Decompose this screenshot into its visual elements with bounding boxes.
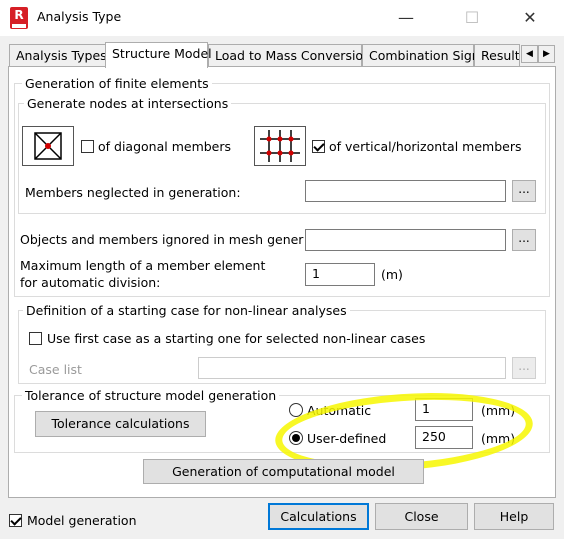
tab-scroll-right-icon[interactable]: ▶ — [538, 45, 555, 63]
objects-ignored-label: Objects and members ignored in mesh gene… — [20, 232, 304, 247]
tolerance-calculations-button[interactable]: Tolerance calculations — [35, 411, 206, 437]
nonlinear-start-group-title: Definition of a starting case for non-li… — [23, 303, 350, 318]
tolerance-group-title: Tolerance of structure model generation — [22, 388, 280, 403]
tab-result[interactable]: Result — [474, 44, 520, 66]
members-neglected-browse-button[interactable]: ... — [512, 180, 536, 202]
max-length-label-line1: Maximum length of a member element — [20, 258, 266, 273]
use-first-case-label: Use first case as a starting one for sel… — [47, 331, 426, 346]
vertical-horizontal-label: of vertical/horizontal members — [329, 139, 522, 154]
members-neglected-input[interactable] — [305, 180, 506, 202]
close-window-button[interactable]: ✕ — [508, 0, 552, 36]
grid-members-icon — [254, 126, 306, 166]
diagonal-members-icon — [22, 126, 74, 166]
objects-ignored-browse-button[interactable]: ... — [512, 229, 536, 251]
tab-load-to-mass-conversion[interactable]: Load to Mass Conversion — [208, 44, 371, 66]
app-logo-icon: R — [10, 7, 28, 29]
maximize-button[interactable]: ☐ — [450, 0, 494, 36]
calculations-button[interactable]: Calculations — [268, 503, 369, 530]
nodes-intersections-title: Generate nodes at intersections — [24, 96, 232, 111]
finite-elements-group-title: Generation of finite elements — [22, 76, 212, 91]
case-list-input[interactable] — [198, 357, 506, 379]
tab-structure-model[interactable]: Structure Model — [105, 42, 212, 68]
model-generation-label: Model generation — [27, 513, 137, 528]
minimize-button[interactable]: — — [384, 0, 428, 36]
diagonal-members-label: of diagonal members — [98, 139, 232, 154]
case-list-label: Case list — [29, 362, 82, 377]
tab-analysis-types[interactable]: Analysis Types — [9, 44, 107, 66]
tab-combination-sign[interactable]: Combination Sign — [362, 44, 480, 66]
case-list-browse-button[interactable]: ... — [512, 357, 536, 379]
max-length-label-line2: for automatic division: — [20, 275, 161, 290]
generate-computational-model-button[interactable]: Generation of computational model — [143, 459, 424, 484]
use-first-case-checkbox[interactable] — [29, 332, 42, 345]
diagonal-members-checkbox[interactable] — [81, 140, 94, 153]
objects-ignored-input[interactable] — [305, 229, 506, 251]
vertical-horizontal-checkbox[interactable] — [312, 140, 325, 153]
max-length-unit: (m) — [381, 267, 403, 282]
window-title: Analysis Type — [37, 9, 122, 24]
close-button[interactable]: Close — [375, 503, 468, 530]
tab-scroll-left-icon[interactable]: ◀ — [521, 45, 538, 63]
max-length-input[interactable]: 1 — [305, 263, 375, 286]
help-button[interactable]: Help — [474, 503, 554, 530]
members-neglected-label: Members neglected in generation: — [25, 185, 241, 200]
model-generation-checkbox[interactable] — [9, 514, 22, 527]
